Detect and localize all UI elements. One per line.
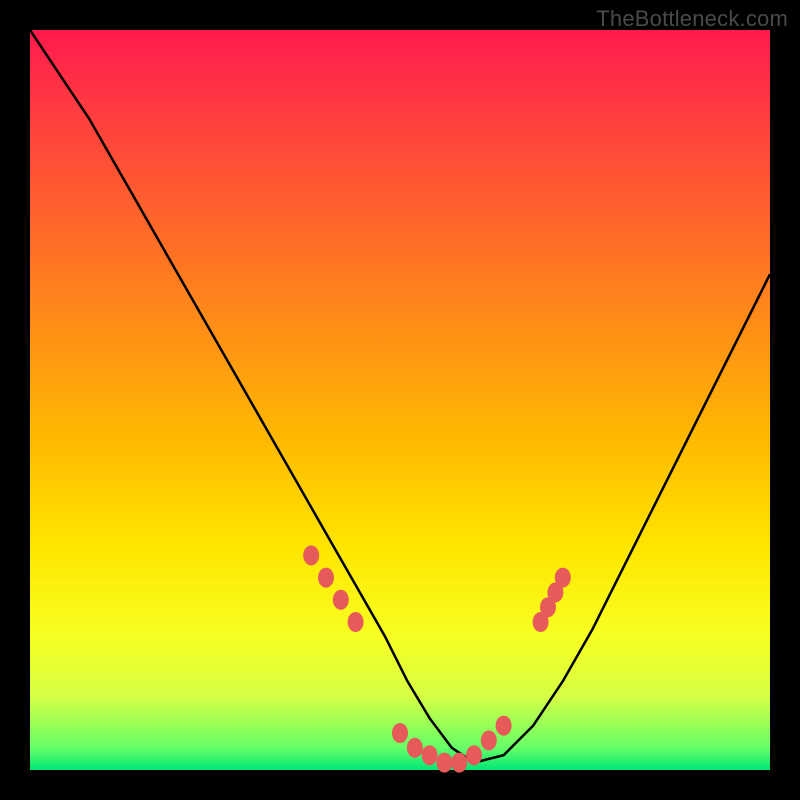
data-point — [318, 568, 334, 588]
plot-area — [30, 30, 770, 770]
curve-dots — [303, 545, 571, 772]
data-point — [451, 753, 467, 773]
data-point — [466, 745, 482, 765]
data-point — [392, 723, 408, 743]
data-point — [303, 545, 319, 565]
data-point — [436, 753, 452, 773]
data-point — [348, 612, 364, 632]
data-point — [555, 568, 571, 588]
data-point — [496, 716, 512, 736]
curve-line — [30, 30, 770, 763]
chart-frame: TheBottleneck.com — [0, 0, 800, 800]
data-point — [333, 590, 349, 610]
data-point — [481, 730, 497, 750]
bottleneck-curve — [30, 30, 770, 770]
watermark-text: TheBottleneck.com — [596, 6, 788, 32]
data-point — [407, 738, 423, 758]
data-point — [422, 745, 438, 765]
